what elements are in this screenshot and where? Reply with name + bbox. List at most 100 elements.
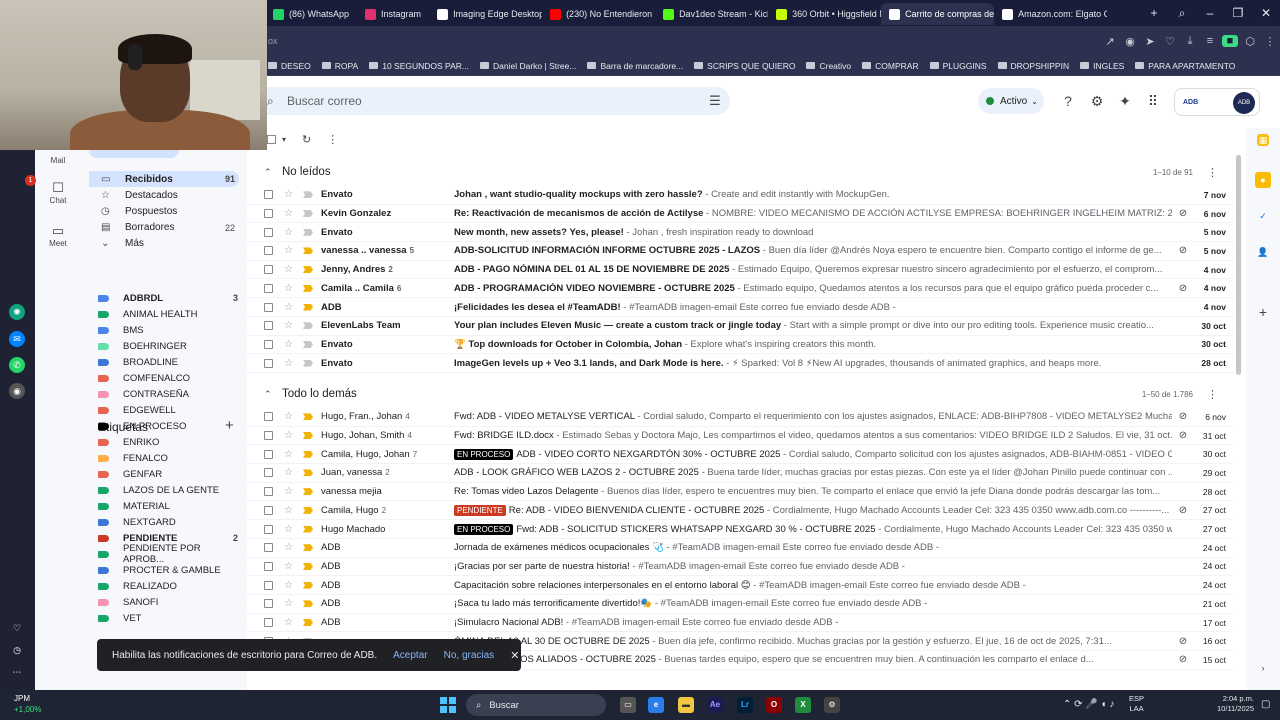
apps-grid-icon[interactable]: ⠿ [1144, 92, 1162, 110]
importance-marker-icon[interactable] [303, 322, 313, 330]
heart-icon[interactable]: ♡ [1160, 35, 1180, 48]
star-icon[interactable]: ☆ [284, 302, 296, 313]
message-row[interactable]: ☆ Camila .. Camila 6 ADB - PROGRAMACIÓN VID… [247, 280, 1234, 299]
star-icon[interactable]: ☆ [284, 245, 296, 256]
bookmark-item[interactable]: DROPSHIPPIN [997, 61, 1069, 71]
star-icon[interactable]: ☆ [284, 320, 296, 331]
select-dropdown-icon[interactable]: ▾ [282, 135, 286, 144]
browser-tab[interactable]: (230) No Entendieron [542, 3, 655, 25]
importance-marker-icon[interactable] [303, 432, 313, 440]
message-row[interactable]: ☆ vanessa .. vanessa 5 ADB-SOLICITUD INFORM… [247, 242, 1234, 261]
star-icon[interactable]: ☆ [284, 189, 296, 200]
star-icon[interactable]: ☆ [284, 580, 296, 591]
message-row[interactable]: ☆ Envato 🏆 Top downloads for October in Co… [247, 336, 1234, 355]
label-item[interactable]: COMFENALCO [98, 370, 238, 386]
browser-search-icon[interactable]: ⌕ [1168, 6, 1196, 21]
browser-tab[interactable]: Carrito de compras de a [881, 3, 995, 25]
star-icon[interactable]: ☆ [284, 542, 296, 553]
calendar-icon[interactable]: ▦ [1257, 134, 1269, 146]
star-icon[interactable]: ☆ [284, 617, 296, 628]
browser-tab[interactable]: Imaging Edge Desktop | [429, 3, 542, 25]
importance-marker-icon[interactable] [303, 340, 313, 348]
importance-marker-icon[interactable] [303, 562, 313, 570]
row-checkbox[interactable] [264, 339, 273, 349]
close-icon[interactable]: ✕ [510, 649, 519, 662]
download-icon[interactable]: ⤓ [1180, 35, 1200, 48]
browser-tab[interactable]: 360 Orbit • Higgsfield M [768, 3, 881, 25]
rail-meet[interactable]: ▭ Meet [35, 223, 81, 248]
new-tab-button[interactable]: + [1140, 6, 1168, 20]
label-item[interactable]: GENFAR [98, 466, 238, 482]
label-item[interactable]: EN PROCESO [98, 418, 238, 434]
browser-tab[interactable]: Dav1deo Stream - Kick D [655, 3, 768, 25]
collapse-chevron-icon[interactable]: ⌃ [264, 389, 278, 400]
message-row[interactable]: ☆ ElevenLabs Team Your plan includes Eleve… [247, 317, 1234, 336]
importance-marker-icon[interactable] [303, 247, 313, 255]
row-checkbox[interactable] [264, 209, 273, 219]
chatgpt-icon[interactable]: ✺ [9, 304, 25, 320]
tasks-icon[interactable]: ✓ [1255, 208, 1271, 224]
star-icon[interactable]: ☆ [284, 505, 296, 516]
label-item[interactable]: SANOFI [98, 594, 238, 610]
notifications-icon[interactable]: ▢ [1261, 699, 1270, 710]
music-icon[interactable]: ◉ [9, 383, 25, 399]
settings-cube-icon[interactable]: ⬡ [1240, 35, 1260, 48]
row-checkbox[interactable] [264, 265, 273, 275]
browser-tab[interactable]: Amazon.com: Elgato Ca [994, 3, 1107, 25]
importance-marker-icon[interactable] [303, 619, 313, 627]
star-icon[interactable]: ☆ [284, 227, 296, 238]
label-item[interactable]: BMS [98, 322, 238, 338]
browser-tab[interactable]: Instagram [357, 3, 429, 25]
row-checkbox[interactable] [264, 505, 273, 515]
label-item[interactable]: ENRIKO [98, 434, 238, 450]
bookmark-item[interactable]: SCRIPS QUE QUIERO [694, 61, 795, 71]
message-row[interactable]: ☆ Hugo, Fran., Johan 4 Fwd: ADB - VIDEO MET… [247, 408, 1234, 427]
row-checkbox[interactable] [264, 618, 273, 628]
label-item[interactable]: EDGEWELL [98, 402, 238, 418]
settings-gear-icon[interactable]: ⚙ [1088, 92, 1106, 110]
folder-chevron-down[interactable]: ⌄ Más [89, 236, 239, 252]
importance-marker-icon[interactable] [303, 266, 313, 274]
excel-icon[interactable]: X [795, 697, 811, 713]
bookmark-item[interactable]: Creativo [806, 61, 851, 71]
more-actions-icon[interactable]: ⋮ [327, 133, 338, 146]
section-header[interactable]: ⌃ Todo lo demás 1–50 de 1.786 ⋮ [247, 381, 1234, 407]
star-icon[interactable]: ☆ [284, 524, 296, 535]
system-tray[interactable]: ⌃ ⟳ 🎤 ◖ ♪ [1063, 699, 1114, 710]
bookmark-item[interactable]: INGLES [1080, 61, 1124, 71]
message-row[interactable]: ☆ Envato New month, new assets? Yes, pleas… [247, 223, 1234, 243]
file-explorer-icon[interactable]: ▬ [678, 697, 694, 713]
collapse-chevron-icon[interactable]: ⌃ [264, 167, 278, 178]
expand-panel-icon[interactable]: › [1255, 660, 1271, 676]
heart-icon[interactable]: ♡ [9, 620, 25, 636]
row-checkbox[interactable] [264, 580, 273, 590]
message-row[interactable]: ☆ Kevin Gonzalez Re: Reactivación de mecan… [247, 205, 1234, 224]
search-box[interactable]: ⌕ Buscar correo ☰ [267, 87, 730, 115]
importance-marker-icon[interactable] [303, 600, 313, 608]
search-input[interactable]: Buscar correo [287, 94, 700, 108]
bookmark-item[interactable]: PLUGGINS [929, 61, 987, 71]
star-icon[interactable]: ☆ [284, 449, 296, 460]
section-more-icon[interactable]: ⋮ [1207, 166, 1218, 179]
row-checkbox[interactable] [264, 599, 273, 609]
message-row[interactable]: ☆ ADB ¡Saca tu lado más terrorificamente d… [247, 595, 1234, 614]
bookmark-item[interactable]: PARA APARTAMENTO [1135, 61, 1235, 71]
row-checkbox[interactable] [264, 468, 273, 478]
star-icon[interactable]: ☆ [284, 467, 296, 478]
label-item[interactable]: PENDIENTE POR APROB... [98, 543, 238, 565]
message-row[interactable]: ☆ Camila, Hugo 2 PENDIENTE Re: ADB - VIDEO B… [247, 502, 1234, 521]
row-checkbox[interactable] [264, 190, 273, 200]
account-switcher[interactable]: ADB ADB [1174, 88, 1260, 116]
label-item[interactable]: BOEHRINGER [98, 338, 238, 354]
help-icon[interactable]: ? [1059, 92, 1077, 110]
folder-draft[interactable]: ▤ Borradores 22 [89, 220, 239, 236]
minimize-icon[interactable]: – [1196, 6, 1224, 20]
bookmark-item[interactable]: ROPA [321, 61, 358, 71]
star-icon[interactable]: ☆ [284, 208, 296, 219]
label-item[interactable]: REALIZADO [98, 578, 238, 594]
status-selector[interactable]: Activo ⌄ [978, 88, 1044, 114]
section-header[interactable]: ⌃ No leídos 1–10 de 91 ⋮ [247, 159, 1234, 185]
message-row[interactable]: ☆ Juan, vanessa 2 ADB - LOOK GRÁFICO WEB LA… [247, 464, 1234, 483]
star-icon[interactable]: ☆ [284, 486, 296, 497]
importance-marker-icon[interactable] [303, 469, 313, 477]
